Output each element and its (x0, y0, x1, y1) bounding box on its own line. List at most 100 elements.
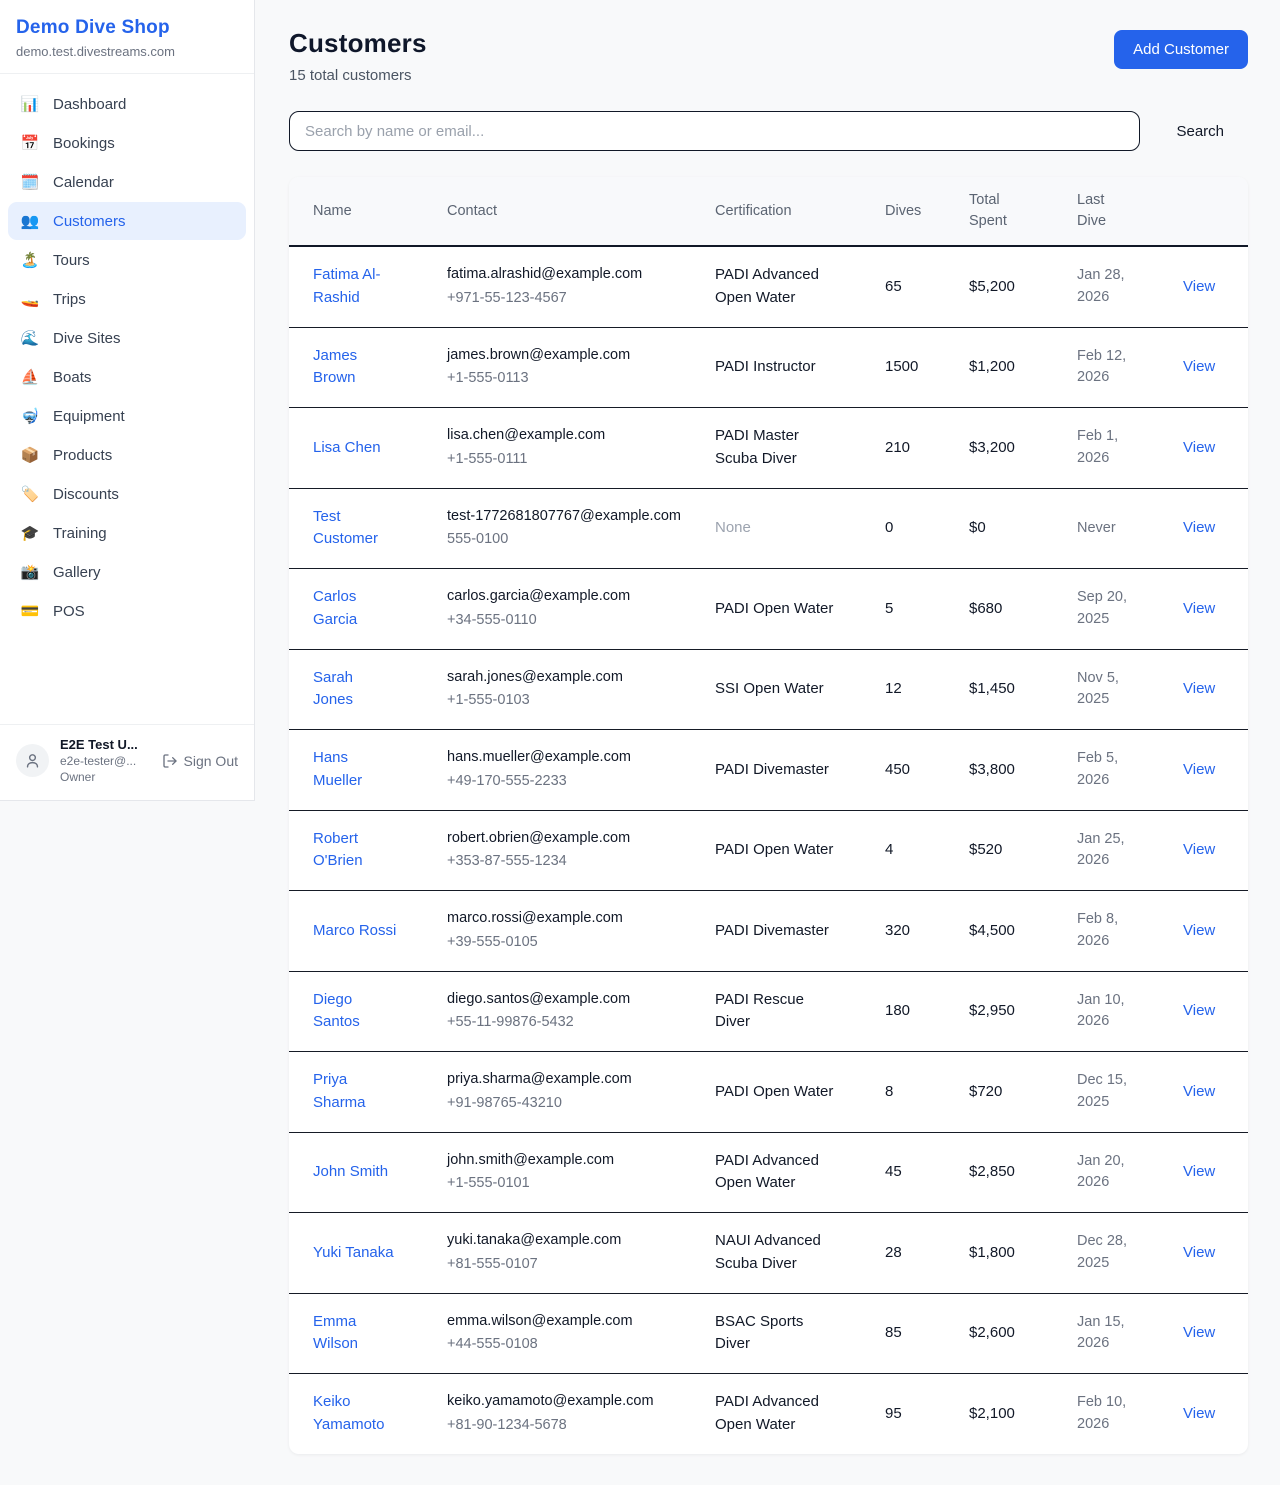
view-customer-link[interactable]: View (1183, 922, 1215, 939)
discounts-icon: 🏷️ (20, 485, 40, 503)
sidebar-item-bookings[interactable]: 📅 Bookings (8, 124, 246, 162)
col-header-total-spent: Total Spent (957, 177, 1065, 246)
sidebar-item-label: Trips (53, 291, 86, 308)
view-customer-link[interactable]: View (1183, 1324, 1215, 1341)
sign-out-label: Sign Out (184, 753, 238, 769)
customer-name-link[interactable]: Emma Wilson (313, 1311, 397, 1356)
customer-name-link[interactable]: Yuki Tanaka (313, 1242, 394, 1265)
sidebar-item-customers[interactable]: 👥 Customers (8, 202, 246, 240)
table-row: Marco Rossi marco.rossi@example.com +39-… (289, 891, 1248, 972)
customer-name-link[interactable]: Fatima Al-Rashid (313, 264, 397, 309)
customer-last-dive: Nov 5, 2025 (1077, 668, 1147, 712)
view-customer-link[interactable]: View (1183, 1083, 1215, 1100)
view-customer-link[interactable]: View (1183, 600, 1215, 617)
sign-out-button[interactable]: Sign Out (162, 753, 238, 769)
customer-total-spent: $5,200 (969, 278, 1015, 295)
search-button[interactable]: Search (1166, 115, 1234, 148)
customers-table-card: Name Contact Certification Dives Total S… (289, 177, 1248, 1454)
customer-email: diego.santos@example.com (447, 989, 691, 1011)
sidebar-item-products[interactable]: 📦 Products (8, 436, 246, 474)
customer-total-spent: $0 (969, 519, 986, 536)
sidebar-item-trips[interactable]: 🚤 Trips (8, 280, 246, 318)
customer-phone: +55-11-99876-5432 (447, 1012, 691, 1034)
customer-name-link[interactable]: Carlos Garcia (313, 586, 397, 631)
customer-name-link[interactable]: Test Customer (313, 506, 397, 551)
table-row: Priya Sharma priya.sharma@example.com +9… (289, 1052, 1248, 1133)
customer-name-link[interactable]: Marco Rossi (313, 920, 396, 943)
table-row: John Smith john.smith@example.com +1-555… (289, 1132, 1248, 1213)
customer-name-link[interactable]: Sarah Jones (313, 667, 397, 712)
view-customer-link[interactable]: View (1183, 358, 1215, 375)
col-header-dives: Dives (873, 177, 957, 246)
view-customer-link[interactable]: View (1183, 1244, 1215, 1261)
customer-total-spent: $2,100 (969, 1405, 1015, 1422)
view-customer-link[interactable]: View (1183, 278, 1215, 295)
bookings-icon: 📅 (20, 134, 40, 152)
customer-name-link[interactable]: James Brown (313, 345, 397, 390)
sidebar-item-label: POS (53, 603, 85, 620)
sidebar-item-dashboard[interactable]: 📊 Dashboard (8, 85, 246, 123)
table-row: James Brown james.brown@example.com +1-5… (289, 327, 1248, 408)
customer-phone: +1-555-0113 (447, 368, 691, 390)
sidebar-item-pos[interactable]: 💳 POS (8, 592, 246, 630)
customer-name-link[interactable]: John Smith (313, 1161, 388, 1184)
customer-name-link[interactable]: Lisa Chen (313, 437, 381, 460)
customer-name-link[interactable]: Priya Sharma (313, 1069, 397, 1114)
customer-last-dive: Jan 25, 2026 (1077, 829, 1147, 873)
customer-total-spent: $680 (969, 600, 1002, 617)
sidebar-item-tours[interactable]: 🏝️ Tours (8, 241, 246, 279)
table-row: Fatima Al-Rashid fatima.alrashid@example… (289, 246, 1248, 327)
sidebar-item-gallery[interactable]: 📸 Gallery (8, 553, 246, 591)
customer-phone: +1-555-0111 (447, 449, 691, 471)
sidebar-item-boats[interactable]: ⛵ Boats (8, 358, 246, 396)
sidebar-item-dive-sites[interactable]: 🌊 Dive Sites (8, 319, 246, 357)
sidebar-item-label: Calendar (53, 174, 114, 191)
table-row: Lisa Chen lisa.chen@example.com +1-555-0… (289, 408, 1248, 489)
search-input[interactable] (289, 111, 1140, 151)
customer-total-spent: $3,800 (969, 761, 1015, 778)
customer-certification: PADI Advanced Open Water (715, 1391, 835, 1436)
customer-last-dive: Feb 12, 2026 (1077, 346, 1147, 390)
customer-dives: 1500 (885, 358, 918, 375)
customer-last-dive: Feb 8, 2026 (1077, 909, 1147, 953)
customer-name-link[interactable]: Keiko Yamamoto (313, 1391, 397, 1436)
pos-icon: 💳 (20, 602, 40, 620)
customer-name-link[interactable]: Hans Mueller (313, 747, 397, 792)
sidebar-item-training[interactable]: 🎓 Training (8, 514, 246, 552)
trips-icon: 🚤 (20, 290, 40, 308)
view-customer-link[interactable]: View (1183, 1002, 1215, 1019)
customer-name-link[interactable]: Robert O'Brien (313, 828, 397, 873)
view-customer-link[interactable]: View (1183, 1163, 1215, 1180)
customer-total-spent: $1,200 (969, 358, 1015, 375)
customer-total-spent: $520 (969, 841, 1002, 858)
shop-domain: demo.test.divestreams.com (16, 44, 238, 59)
customer-email: robert.obrien@example.com (447, 828, 691, 850)
customer-phone: +81-555-0107 (447, 1254, 691, 1276)
customer-last-dive: Never (1077, 518, 1116, 540)
customer-email: lisa.chen@example.com (447, 425, 691, 447)
sidebar-item-calendar[interactable]: 🗓️ Calendar (8, 163, 246, 201)
boats-icon: ⛵ (20, 368, 40, 386)
customer-email: marco.rossi@example.com (447, 908, 691, 930)
sidebar-item-equipment[interactable]: 🤿 Equipment (8, 397, 246, 435)
customer-name-link[interactable]: Diego Santos (313, 989, 397, 1034)
table-row: Hans Mueller hans.mueller@example.com +4… (289, 730, 1248, 811)
customer-phone: +91-98765-43210 (447, 1093, 691, 1115)
user-meta: E2E Test U... e2e-tester@... Owner (60, 737, 138, 784)
add-customer-button[interactable]: Add Customer (1114, 30, 1248, 69)
main-content: Customers 15 total customers Add Custome… (255, 0, 1280, 1482)
view-customer-link[interactable]: View (1183, 519, 1215, 536)
sidebar-item-discounts[interactable]: 🏷️ Discounts (8, 475, 246, 513)
view-customer-link[interactable]: View (1183, 680, 1215, 697)
customer-total-spent: $2,850 (969, 1163, 1015, 1180)
user-email: e2e-tester@... (60, 754, 138, 768)
customer-total-spent: $1,450 (969, 680, 1015, 697)
view-customer-link[interactable]: View (1183, 761, 1215, 778)
customer-certification: PADI Open Water (715, 598, 833, 621)
view-customer-link[interactable]: View (1183, 439, 1215, 456)
dive-sites-icon: 🌊 (20, 329, 40, 347)
view-customer-link[interactable]: View (1183, 841, 1215, 858)
customer-certification: PADI Open Water (715, 839, 833, 862)
sidebar-item-label: Discounts (53, 486, 119, 503)
view-customer-link[interactable]: View (1183, 1405, 1215, 1422)
